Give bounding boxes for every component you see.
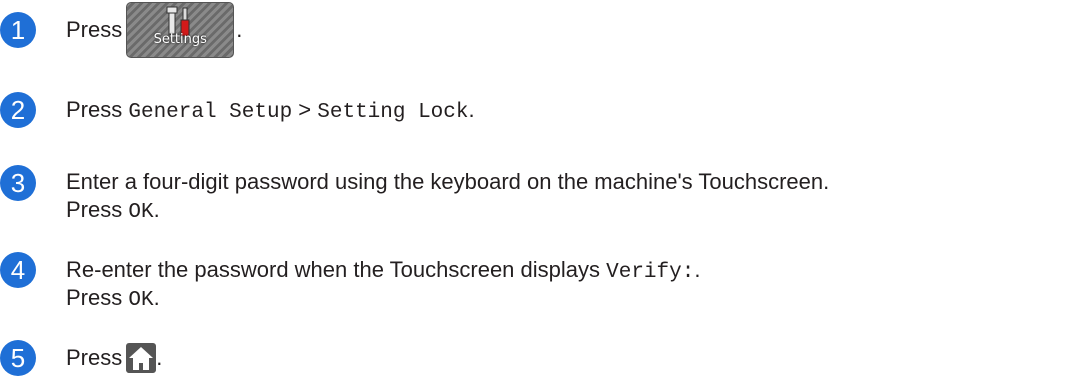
step-text-line1: Re-enter the password when the Touchscre… <box>66 256 700 287</box>
step-text-after: . <box>236 17 243 42</box>
step-text-after: . <box>468 97 475 122</box>
step-number: 5 <box>0 340 36 376</box>
step-text-line2: Press OK. <box>66 196 160 227</box>
menu-item-general-setup: General Setup <box>128 101 293 124</box>
menu-item-setting-lock: Setting Lock <box>317 101 469 124</box>
house-icon <box>129 347 154 371</box>
settings-icon: Settings <box>126 2 235 58</box>
settings-icon-label: Settings <box>153 32 207 47</box>
step-number: 3 <box>0 165 36 201</box>
step-text-before: Press <box>66 285 129 310</box>
step-text-line2: Press OK. <box>66 284 160 315</box>
step-text-before: Press <box>66 197 129 222</box>
step-number: 1 <box>0 12 36 48</box>
home-icon <box>126 343 157 374</box>
step-text-line1: Enter a four-digit password using the ke… <box>66 169 830 194</box>
step-number: 2 <box>0 92 36 128</box>
step-text: Press Settings . <box>66 2 242 58</box>
step-text-before: Press <box>66 345 123 371</box>
step-text-after: . <box>156 345 163 371</box>
step-text: Press . <box>66 343 163 374</box>
verify-prompt: Verify: <box>606 261 695 284</box>
step-text-after: . <box>153 285 160 310</box>
ok-key: OK <box>128 201 154 224</box>
step-text: Press General Setup > Setting Lock. <box>66 96 475 127</box>
step-number: 4 <box>0 252 36 288</box>
step-text-before: Press <box>66 17 123 42</box>
separator: > <box>292 97 318 122</box>
step-text-before: Re-enter the password when the Touchscre… <box>66 257 607 282</box>
step-text-before: Press <box>66 97 129 122</box>
step-text-after: . <box>153 197 160 222</box>
ok-key: OK <box>128 289 154 312</box>
step-text-after: . <box>694 257 701 282</box>
